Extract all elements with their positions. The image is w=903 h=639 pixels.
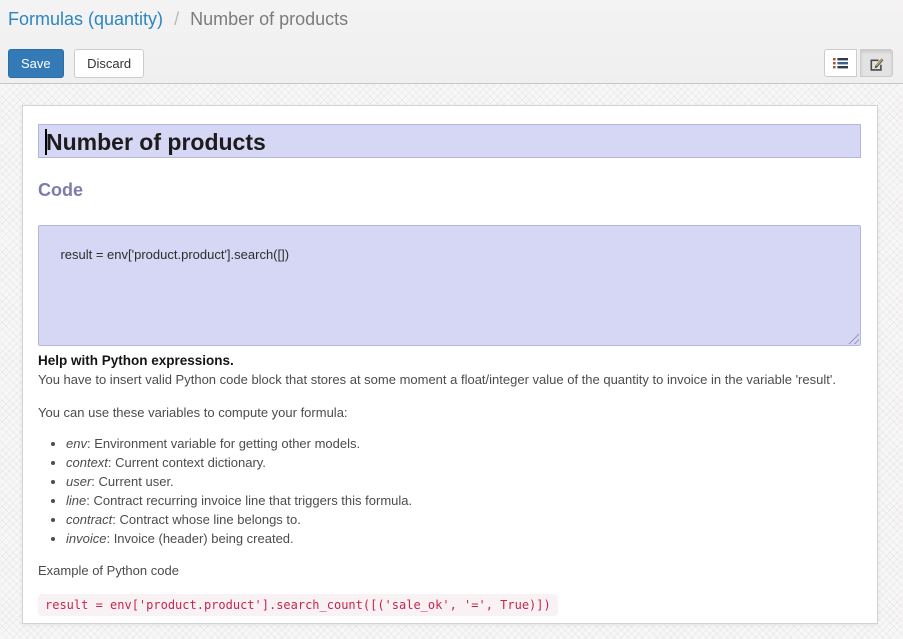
variable-name: invoice xyxy=(66,531,106,546)
textarea-resize-handle[interactable] xyxy=(848,333,859,344)
list-item: context: Current context dictionary. xyxy=(66,453,861,472)
form-sheet: Number of products Code result = env['pr… xyxy=(22,105,878,624)
variable-desc: : Environment variable for getting other… xyxy=(87,436,360,451)
save-button[interactable]: Save xyxy=(8,49,64,78)
form-view-button[interactable] xyxy=(860,49,893,77)
variable-desc: : Current context dictionary. xyxy=(108,455,266,470)
variable-name: user xyxy=(66,474,91,489)
list-item: user: Current user. xyxy=(66,472,861,491)
help-heading: Help with Python expressions. xyxy=(38,353,861,368)
breadcrumb-current: Number of products xyxy=(190,9,348,29)
help-intro-text: You have to insert valid Python code blo… xyxy=(38,371,861,389)
list-item: contract: Contract whose line belongs to… xyxy=(66,510,861,529)
breadcrumb: Formulas (quantity) / Number of products xyxy=(8,6,895,32)
view-switcher xyxy=(824,49,893,77)
variable-name: line xyxy=(66,493,86,508)
actions-row: Save Discard xyxy=(8,49,893,77)
variable-desc: : Current user. xyxy=(91,474,173,489)
breadcrumb-separator: / xyxy=(174,9,179,29)
variable-desc: : Contract whose line belongs to. xyxy=(112,512,301,527)
variable-desc: : Contract recurring invoice line that t… xyxy=(86,493,412,508)
python-help-block: Help with Python expressions. You have t… xyxy=(38,353,861,616)
breadcrumb-parent-link[interactable]: Formulas (quantity) xyxy=(8,9,163,29)
example-label: Example of Python code xyxy=(38,562,861,580)
example-code: result = env['product.product'].search_c… xyxy=(38,594,558,616)
name-field-value: Number of products xyxy=(46,129,266,155)
list-view-icon xyxy=(825,56,856,70)
variable-desc: : Invoice (header) being created. xyxy=(106,531,293,546)
list-item: line: Contract recurring invoice line th… xyxy=(66,491,861,510)
pencil-square-icon xyxy=(861,56,892,71)
help-variables-intro: You can use these variables to compute y… xyxy=(38,404,861,422)
control-panel: Formulas (quantity) / Number of products… xyxy=(0,0,903,84)
name-field[interactable]: Number of products xyxy=(38,124,861,158)
code-section-heading: Code xyxy=(38,180,861,200)
list-item: env: Environment variable for getting ot… xyxy=(66,434,861,453)
list-view-button[interactable] xyxy=(824,49,857,77)
variables-list: env: Environment variable for getting ot… xyxy=(38,434,861,548)
variable-name: contract xyxy=(66,512,112,527)
variable-name: context xyxy=(66,455,108,470)
discard-button[interactable]: Discard xyxy=(74,49,144,78)
variable-name: env xyxy=(66,436,87,451)
code-textarea[interactable]: result = env['product.product'].search([… xyxy=(38,225,861,346)
list-item: invoice: Invoice (header) being created. xyxy=(66,529,861,548)
code-textarea-value: result = env['product.product'].search([… xyxy=(60,247,289,262)
